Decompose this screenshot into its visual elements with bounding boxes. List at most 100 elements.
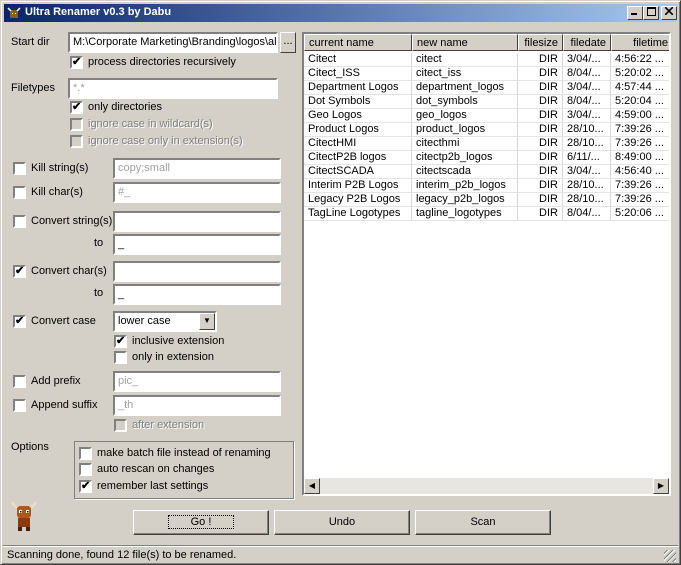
batch-file-checkbox[interactable] xyxy=(79,447,92,460)
cell-new-name: citect_iss xyxy=(412,67,518,81)
browse-button[interactable]: ... xyxy=(280,32,296,53)
cell-current-name: Product Logos xyxy=(304,123,412,137)
table-row[interactable]: Legacy P2B Logos legacy_p2b_logos DIR 28/10… xyxy=(304,193,669,207)
options-label: Options xyxy=(11,441,49,453)
cell-filedate: 28/10... xyxy=(563,137,611,151)
ignore-case-extension-checkbox[interactable] xyxy=(70,135,83,148)
inclusive-extension-checkbox[interactable]: ✔ xyxy=(114,335,127,348)
convert-string-to-input[interactable]: _ xyxy=(113,234,281,255)
add-prefix-checkbox[interactable] xyxy=(13,375,26,388)
convert-char-to-label: to xyxy=(94,287,104,299)
convert-char-input[interactable] xyxy=(113,261,281,282)
cell-current-name: Citect xyxy=(304,53,412,67)
convert-string-input[interactable] xyxy=(113,211,281,232)
scan-button[interactable]: Scan xyxy=(415,510,551,535)
cell-new-name: citect xyxy=(412,53,518,67)
cell-current-name: CitectSCADA xyxy=(304,165,412,179)
filetypes-input[interactable]: *.* xyxy=(68,78,278,99)
column-header-filedate[interactable]: filedate xyxy=(563,34,611,51)
scroll-left-button[interactable]: ◀ xyxy=(304,478,320,494)
convert-case-checkbox[interactable]: ✔ xyxy=(13,315,26,328)
cell-new-name: tagline_logotypes xyxy=(412,207,518,221)
cell-new-name: citectscada xyxy=(412,165,518,179)
table-row[interactable]: Dot Symbols dot_symbols DIR 8/04/... 5:20:04… xyxy=(304,95,669,109)
remember-settings-checkbox[interactable]: ✔ xyxy=(79,480,92,493)
cell-filedate: 28/10... xyxy=(563,179,611,193)
kill-char-input[interactable]: #_ xyxy=(113,182,281,203)
auto-rescan-label: auto rescan on changes xyxy=(97,463,215,475)
column-header-current-name[interactable]: current name xyxy=(304,34,412,51)
cell-filesize: DIR xyxy=(518,151,563,165)
only-directories-checkbox[interactable]: ✔ xyxy=(70,101,83,114)
maximize-button[interactable] xyxy=(643,6,659,20)
start-dir-input[interactable]: M:\Corporate Marketing\Branding\logos\al xyxy=(68,32,278,53)
cell-filedate: 8/04/... xyxy=(563,95,611,109)
cell-current-name: Dot Symbols xyxy=(304,95,412,109)
dropdown-arrow-icon[interactable]: ▼ xyxy=(199,313,215,330)
cell-filesize: DIR xyxy=(518,123,563,137)
kill-char-checkbox[interactable] xyxy=(13,186,26,199)
minimize-button[interactable] xyxy=(627,6,643,20)
column-header-filetime[interactable]: filetime xyxy=(611,34,669,51)
cell-filetime: 4:56:40 ... xyxy=(611,165,669,179)
cell-new-name: geo_logos xyxy=(412,109,518,123)
table-row[interactable]: Interim P2B Logos interim_p2b_logos DIR 28/… xyxy=(304,179,669,193)
cell-filesize: DIR xyxy=(518,179,563,193)
undo-button[interactable]: Undo xyxy=(274,510,410,535)
cell-filedate: 28/10... xyxy=(563,193,611,207)
cell-filetime: 7:39:26 ... xyxy=(611,137,669,151)
append-suffix-input[interactable]: _th xyxy=(113,395,281,416)
column-header-new-name[interactable]: new name xyxy=(412,34,518,51)
table-row[interactable]: Citect citect DIR 3/04/... 4:56:22 ... xyxy=(304,53,669,67)
cell-filesize: DIR xyxy=(518,207,563,221)
table-row[interactable]: Department Logos department_logos DIR 3/04/… xyxy=(304,81,669,95)
cell-current-name: CitectP2B logos xyxy=(304,151,412,165)
auto-rescan-checkbox[interactable] xyxy=(79,463,92,476)
table-row[interactable]: Product Logos product_logos DIR 28/10... 7:3… xyxy=(304,123,669,137)
after-extension-checkbox[interactable] xyxy=(114,419,127,432)
resize-grip[interactable] xyxy=(664,550,676,562)
only-in-extension-checkbox[interactable] xyxy=(114,351,127,364)
cell-new-name: department_logos xyxy=(412,81,518,95)
table-row[interactable]: Citect_ISS citect_iss DIR 8/04/... 5:20:02 .… xyxy=(304,67,669,81)
cell-filetime: 4:59:00 ... xyxy=(611,109,669,123)
batch-file-label: make batch file instead of renaming xyxy=(97,447,271,459)
ignore-case-wildcard-checkbox[interactable] xyxy=(70,118,83,131)
cell-filetime: 5:20:02 ... xyxy=(611,67,669,81)
table-row[interactable]: TagLine Logotypes tagline_logotypes DIR 8/0… xyxy=(304,207,669,221)
title-bar[interactable]: Ultra Renamer v0.3 by Dabu xyxy=(4,4,677,22)
inclusive-extension-label: inclusive extension xyxy=(132,335,225,347)
start-dir-label: Start dir xyxy=(11,36,50,48)
ignore-case-extension-label: ignore case only in extension(s) xyxy=(88,135,243,147)
app-icon xyxy=(7,7,21,18)
table-row[interactable]: Geo Logos geo_logos DIR 3/04/... 4:59:00 ... xyxy=(304,109,669,123)
table-row[interactable]: CitectHMI citecthmi DIR 28/10... 7:39:26 ... xyxy=(304,137,669,151)
append-suffix-checkbox[interactable] xyxy=(13,399,26,412)
minimize-icon xyxy=(631,13,637,15)
convert-char-checkbox[interactable]: ✔ xyxy=(13,265,26,278)
file-list[interactable]: current name new name filesize filedate … xyxy=(302,32,671,496)
cell-new-name: citecthmi xyxy=(412,137,518,151)
convert-char-to-input[interactable]: _ xyxy=(113,284,281,305)
only-directories-label: only directories xyxy=(88,101,162,113)
convert-case-select[interactable]: lower case ▼ xyxy=(113,311,217,332)
scroll-right-button[interactable]: ▶ xyxy=(653,478,669,494)
cell-current-name: Geo Logos xyxy=(304,109,412,123)
kill-string-input[interactable]: copy;small xyxy=(113,158,281,179)
cell-filesize: DIR xyxy=(518,81,563,95)
status-bar: Scanning done, found 12 file(s) to be re… xyxy=(3,545,678,564)
process-recursive-checkbox[interactable]: ✔ xyxy=(70,56,83,69)
go-button-label: Go ! xyxy=(167,515,235,529)
horizontal-scrollbar[interactable]: ◀ ▶ xyxy=(304,478,669,494)
go-button[interactable]: Go ! xyxy=(133,510,269,535)
convert-string-checkbox[interactable] xyxy=(13,215,26,228)
cell-current-name: Legacy P2B Logos xyxy=(304,193,412,207)
table-row[interactable]: CitectP2B logos citectp2b_logos DIR 6/11/..… xyxy=(304,151,669,165)
column-header-filesize[interactable]: filesize xyxy=(518,34,563,51)
cell-current-name: Department Logos xyxy=(304,81,412,95)
table-row[interactable]: CitectSCADA citectscada DIR 3/04/... 4:56:40… xyxy=(304,165,669,179)
kill-string-checkbox[interactable] xyxy=(13,162,26,175)
close-button[interactable] xyxy=(661,6,677,20)
cell-current-name: Interim P2B Logos xyxy=(304,179,412,193)
add-prefix-input[interactable]: pic_ xyxy=(113,371,281,392)
